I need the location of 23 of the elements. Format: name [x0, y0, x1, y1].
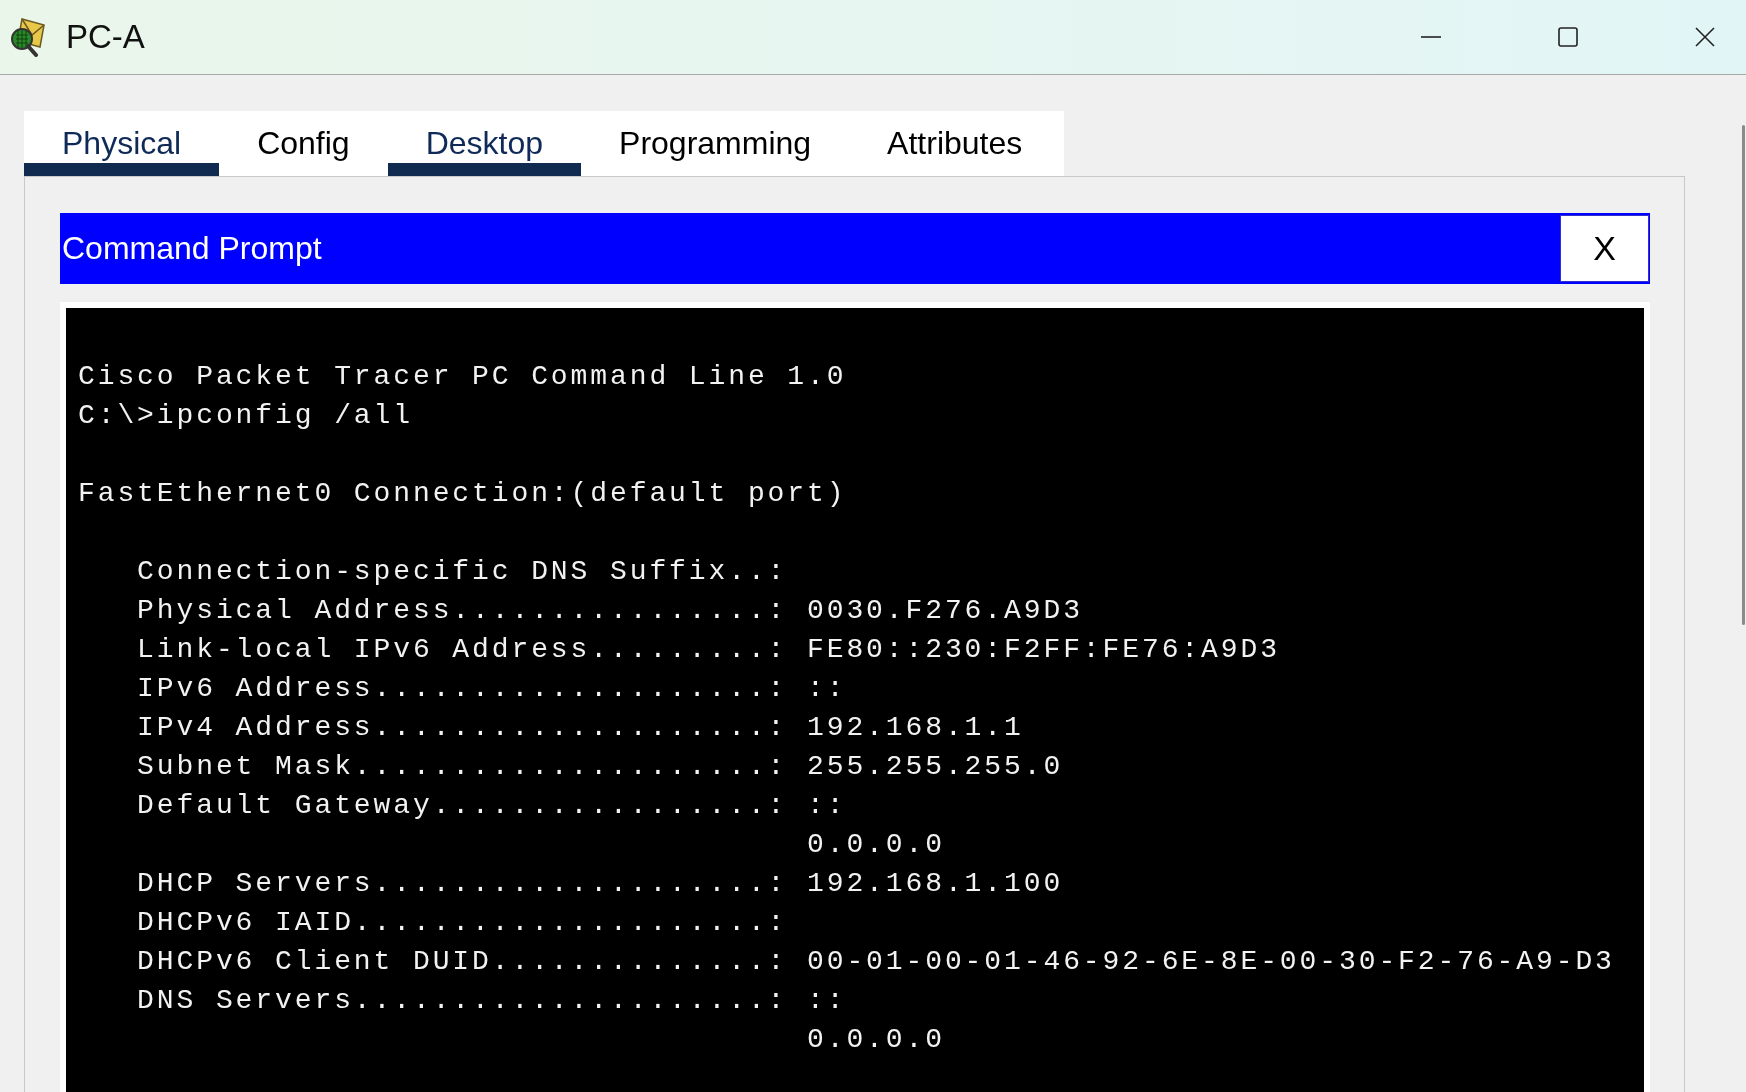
terminal-line: IPv4 Address....................: 192.168.1.1 [136, 711, 1025, 745]
terminal-line: 0.0.0.0 [806, 828, 946, 862]
terminal-line: Link-local IPv6 Address.........: FE80::230:F2FF:FE76:A9D3 [136, 633, 1281, 667]
window-title: PC-A [66, 18, 145, 56]
envelope-magnifier-icon [8, 17, 48, 57]
terminal-line: Physical Address................: 0030.F276.A9D3 [136, 594, 1084, 628]
terminal-line: FastEthernet0 Connection:(default port) [78, 477, 848, 511]
command-prompt-title: Command Prompt [62, 230, 322, 267]
terminal-line: 0.0.0.0 [806, 1023, 946, 1057]
maximize-icon[interactable] [1557, 26, 1579, 48]
terminal-line: Connection-specific DNS Suffix..: [136, 555, 789, 589]
close-icon[interactable] [1694, 26, 1716, 48]
close-button[interactable]: X [1560, 215, 1649, 282]
terminal-line: DNS Servers.....................: :: [136, 984, 848, 1018]
terminal-line: IPv6 Address....................: :: [136, 672, 848, 706]
terminal-line: Cisco Packet Tracer PC Command Line 1.0 [78, 360, 848, 394]
scrollbar-thumb[interactable] [1742, 125, 1745, 625]
terminal-line: C:\>ipconfig /all [78, 399, 414, 433]
terminal-line: DHCPv6 IAID.....................: [136, 906, 789, 940]
terminal-line: Default Gateway.................: :: [136, 789, 848, 823]
terminal-line: DHCPv6 Client DUID..............: 00-01-00-01-46-92-6E-8E-00-30-F2-76-A9-D3 [136, 945, 1616, 979]
terminal-line: Subnet Mask.....................: 255.255.255.0 [136, 750, 1065, 784]
terminal-line: DHCP Servers....................: 192.168.1.100 [136, 867, 1065, 901]
